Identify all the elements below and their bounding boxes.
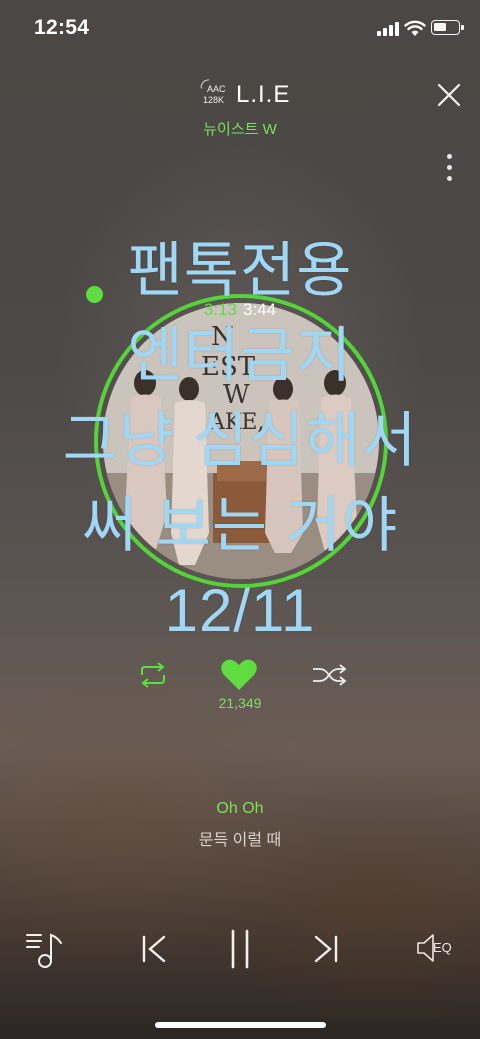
cellular-signal-icon: [377, 22, 399, 36]
audio-quality-badge: AAC 128K: [199, 79, 231, 106]
overlay-line: 팬톡전용: [127, 237, 353, 304]
overlay-line: 12/11: [164, 577, 316, 644]
pause-icon[interactable]: [228, 929, 252, 969]
battery-icon: [431, 20, 464, 35]
previous-track-icon[interactable]: [140, 933, 168, 965]
eq-label: EQ: [433, 940, 452, 955]
equalizer-button[interactable]: EQ: [415, 930, 463, 966]
overlay-line: 그냥 심심해서: [62, 407, 418, 474]
shuffle-icon[interactable]: [310, 662, 348, 688]
codec-label: AAC: [207, 84, 226, 94]
wifi-icon: [404, 20, 426, 36]
bitrate-label: 128K: [203, 95, 225, 105]
song-title: L.I.E: [236, 81, 291, 108]
overlay-line: 써 보는 거야: [81, 492, 399, 559]
playlist-icon[interactable]: [25, 929, 65, 969]
close-icon[interactable]: [436, 82, 462, 108]
overlay-line: 엔터금지: [127, 322, 353, 389]
overlay-text: 팬톡전용 엔터금지 그냥 심심해서 써 보는 거야 12/11: [0, 228, 480, 653]
lyric-current-line[interactable]: Oh Oh: [0, 800, 480, 818]
status-bar: 12:54: [0, 0, 480, 56]
next-track-icon[interactable]: [312, 933, 340, 965]
more-options-icon[interactable]: [442, 153, 458, 183]
lyric-next-line[interactable]: 문득 이럴 때: [0, 826, 480, 850]
artist-name[interactable]: 뉴이스트 W: [0, 118, 480, 139]
status-time: 12:54: [34, 16, 90, 39]
home-indicator[interactable]: [155, 1022, 326, 1028]
like-count: 21,349: [218, 695, 262, 711]
heart-icon[interactable]: [220, 658, 258, 692]
repeat-icon[interactable]: [136, 662, 170, 688]
